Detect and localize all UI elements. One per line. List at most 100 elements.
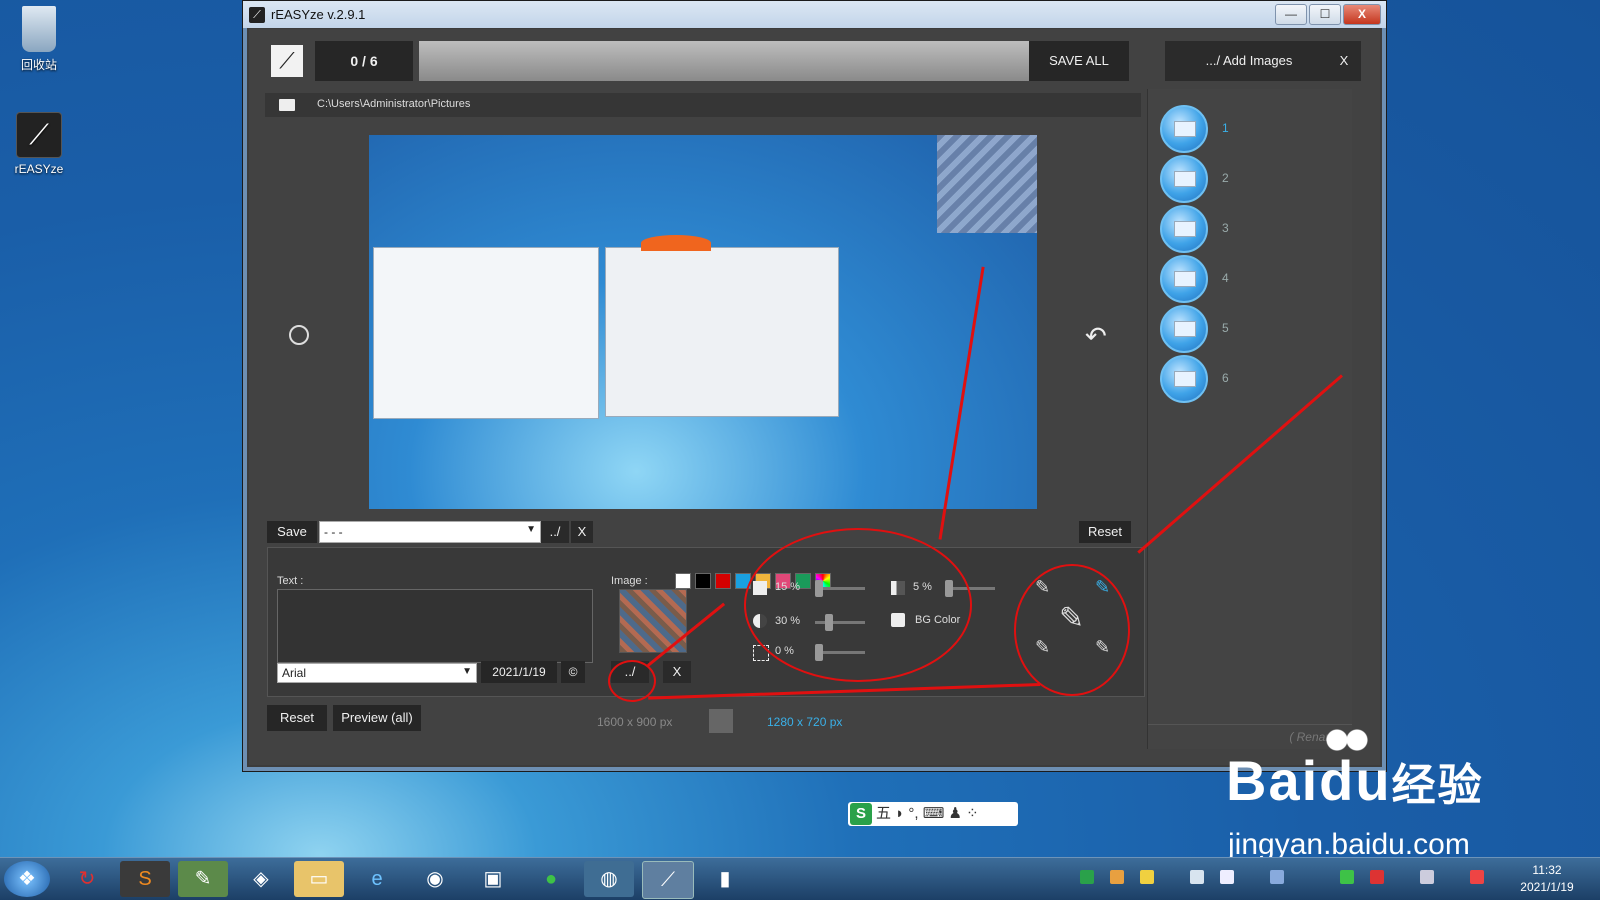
tray-wechat-icon[interactable] <box>1340 870 1354 884</box>
tray-volume-icon[interactable] <box>1190 870 1204 884</box>
clock-date: 2021/1/19 <box>1520 880 1574 894</box>
preview-window-ventoy <box>605 247 839 417</box>
font-select-value: Arial <box>282 666 307 680</box>
preview-watermark <box>937 135 1037 233</box>
source-size: 1600 x 900 px <box>597 715 673 729</box>
taskbar-wechat-icon[interactable]: ● <box>526 861 576 897</box>
reasyze-desktop-icon[interactable]: ⟋ rEASYze <box>4 112 74 176</box>
preset-clear-button[interactable]: X <box>571 521 593 543</box>
taskbar-explorer-icon[interactable]: ▭ <box>294 861 344 897</box>
insert-copyright-button[interactable]: © <box>561 661 585 683</box>
clock[interactable]: 11:32 2021/1/19 <box>1500 862 1594 896</box>
path-bar[interactable]: C:\Users\Administrator\Pictures <box>265 93 1141 117</box>
baidu-brand: Baidu经验 <box>1226 748 1484 813</box>
taskbar-app-12-icon[interactable]: ▮ <box>700 861 750 897</box>
image-preview <box>369 135 1037 509</box>
font-select[interactable]: Arial ▼ <box>277 663 477 683</box>
preview-all-button[interactable]: Preview (all) <box>333 705 421 731</box>
trash-icon <box>22 6 56 52</box>
image-thumb-6[interactable] <box>1160 355 1208 403</box>
target-size[interactable]: 1280 x 720 px <box>767 715 842 729</box>
text-label: Text : <box>277 575 304 587</box>
ime-logo-icon: S <box>850 803 872 825</box>
preset-select[interactable]: - - - ▼ <box>319 521 541 543</box>
window-title: rEASYze v.2.9.1 <box>271 7 366 22</box>
tray-network-icon[interactable] <box>1270 870 1284 884</box>
app-logo-button[interactable]: ⟋ <box>271 45 303 77</box>
start-button[interactable]: ❖ <box>4 861 50 897</box>
color-white[interactable] <box>675 573 691 589</box>
preset-select-value: - - - <box>324 525 343 539</box>
taskbar-app-1-icon[interactable]: ↻ <box>62 861 112 897</box>
baidu-brand-du: du <box>1319 749 1392 812</box>
taskbar-chrome-icon[interactable]: ◉ <box>410 861 460 897</box>
clear-images-button[interactable]: X <box>1327 41 1361 81</box>
image-thumb-2[interactable] <box>1160 155 1208 203</box>
reset-button[interactable]: Reset <box>267 705 327 731</box>
preset-browse-button[interactable]: ../ <box>541 521 569 543</box>
baidu-brand-jingyan: 经验 <box>1391 761 1484 810</box>
recycle-bin-label: 回收站 <box>20 58 57 72</box>
taskbar: ❖ ↻ S ✎ ◈ ▭ e ◉ ▣ ● ◍ ⟋ ▮ 11:32 2021/1/1… <box>0 857 1600 900</box>
baidu-brand-bai: Bai <box>1226 749 1320 812</box>
maximize-button[interactable]: ☐ <box>1309 4 1341 25</box>
ime-toolbar[interactable]: S五 ◗ °, ⌨ ♟ ⁘ <box>848 802 1018 826</box>
insert-date-button[interactable]: 2021/1/19 <box>481 661 557 683</box>
chevron-down-icon: ▼ <box>526 524 536 535</box>
tray-sogou-icon[interactable] <box>1080 870 1094 884</box>
tray-monitor-icon[interactable] <box>1420 870 1434 884</box>
color-black[interactable] <box>695 573 711 589</box>
undo-icon[interactable]: ↶ <box>1085 321 1107 352</box>
folder-icon <box>279 99 295 111</box>
zoom-icon[interactable] <box>289 325 309 345</box>
preset-reset-button[interactable]: Reset <box>1079 521 1131 543</box>
image-clear-button[interactable]: X <box>663 661 691 683</box>
image-thumb-1[interactable] <box>1160 105 1208 153</box>
image-label: Image : <box>611 575 648 587</box>
tray-flag-icon[interactable] <box>1220 870 1234 884</box>
progress-bar <box>419 41 1029 81</box>
image-thumb-3[interactable] <box>1160 205 1208 253</box>
reasyze-logo-icon: ⟋ <box>16 112 62 158</box>
save-preset-button[interactable]: Save <box>267 521 317 543</box>
resize-arrow-icon <box>709 709 733 733</box>
image-thumb-6-label: 6 <box>1222 371 1229 385</box>
image-thumb-5[interactable] <box>1160 305 1208 353</box>
image-thumb-3-label: 3 <box>1222 221 1229 235</box>
add-images-button[interactable]: .../ Add Images <box>1165 41 1333 81</box>
color-red[interactable] <box>715 573 731 589</box>
save-all-button[interactable]: SAVE ALL <box>1029 41 1129 81</box>
preview-orange-blob <box>641 235 711 251</box>
preview-window-explorer <box>373 247 599 419</box>
image-counter: 0 / 6 <box>315 41 413 81</box>
watermark-text-input[interactable] <box>277 589 593 663</box>
tray-power-icon[interactable] <box>1470 870 1484 884</box>
chevron-down-icon: ▼ <box>462 666 472 677</box>
path-text: C:\Users\Administrator\Pictures <box>317 98 471 110</box>
image-thumb-5-label: 5 <box>1222 321 1229 335</box>
annotation-circle-position <box>1014 564 1130 696</box>
minimize-button[interactable]: — <box>1275 4 1307 25</box>
taskbar-sublime-icon[interactable]: S <box>120 861 170 897</box>
app-icon: ⟋ <box>249 6 265 23</box>
image-thumb-4-label: 4 <box>1222 271 1229 285</box>
taskbar-app-3-icon[interactable]: ✎ <box>178 861 228 897</box>
ime-status: 五 ◗ °, ⌨ ♟ ⁘ <box>876 805 979 822</box>
taskbar-app-4-icon[interactable]: ◈ <box>236 861 286 897</box>
taskbar-app-10-icon[interactable]: ◍ <box>584 861 634 897</box>
clock-time: 11:32 <box>1532 863 1562 877</box>
title-bar[interactable]: ⟋ rEASYze v.2.9.1 <box>243 1 1386 28</box>
tray-shield-icon[interactable] <box>1110 870 1124 884</box>
taskbar-save-icon[interactable]: ▣ <box>468 861 518 897</box>
taskbar-reasyze-icon[interactable]: ⟋ <box>642 861 694 899</box>
taskbar-ie-icon[interactable]: e <box>352 861 402 897</box>
reasyze-desktop-label: rEASYze <box>14 162 64 176</box>
close-window-button[interactable]: X <box>1343 4 1381 25</box>
annotation-circle-sliders <box>744 528 972 682</box>
image-thumb-4[interactable] <box>1160 255 1208 303</box>
tray-red-icon[interactable] <box>1370 870 1384 884</box>
recycle-bin-icon[interactable]: 回收站 <box>4 6 74 73</box>
image-thumb-2-label: 2 <box>1222 171 1229 185</box>
tray-note-icon[interactable] <box>1140 870 1154 884</box>
image-list: 1 2 3 4 5 6 ( Rename <box>1147 89 1352 749</box>
